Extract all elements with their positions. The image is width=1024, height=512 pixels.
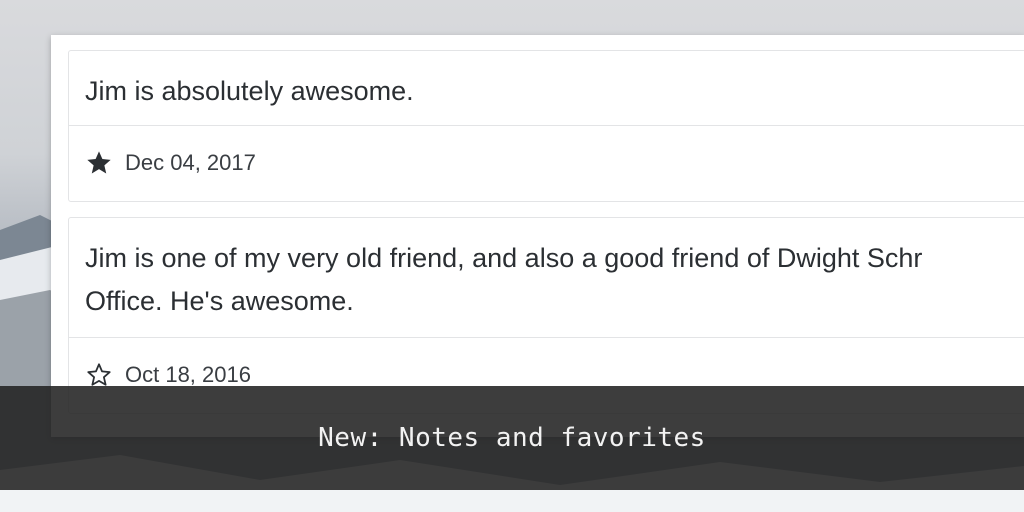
note-card[interactable]: Jim is one of my very old friend, and al… [68,217,1024,414]
note-card[interactable]: Jim is absolutely awesome. Dec 04, 2017 [68,50,1024,202]
caption-bar: New: Notes and favorites [0,386,1024,490]
notes-panel: Jim is absolutely awesome. Dec 04, 2017 … [51,35,1024,437]
note-text-line: Jim is one of my very old friend, and al… [85,243,923,273]
star-filled-icon[interactable] [85,149,113,177]
note-text: Jim is one of my very old friend, and al… [69,218,1024,337]
note-text-line: Office. He's awesome. [85,286,354,316]
note-text: Jim is absolutely awesome. [85,76,414,106]
caption-text: New: Notes and favorites [318,423,706,453]
note-meta: Dec 04, 2017 [69,126,1024,200]
note-date: Dec 04, 2017 [125,150,256,175]
note-date: Oct 18, 2016 [125,362,251,387]
star-outline-icon[interactable] [85,361,113,389]
